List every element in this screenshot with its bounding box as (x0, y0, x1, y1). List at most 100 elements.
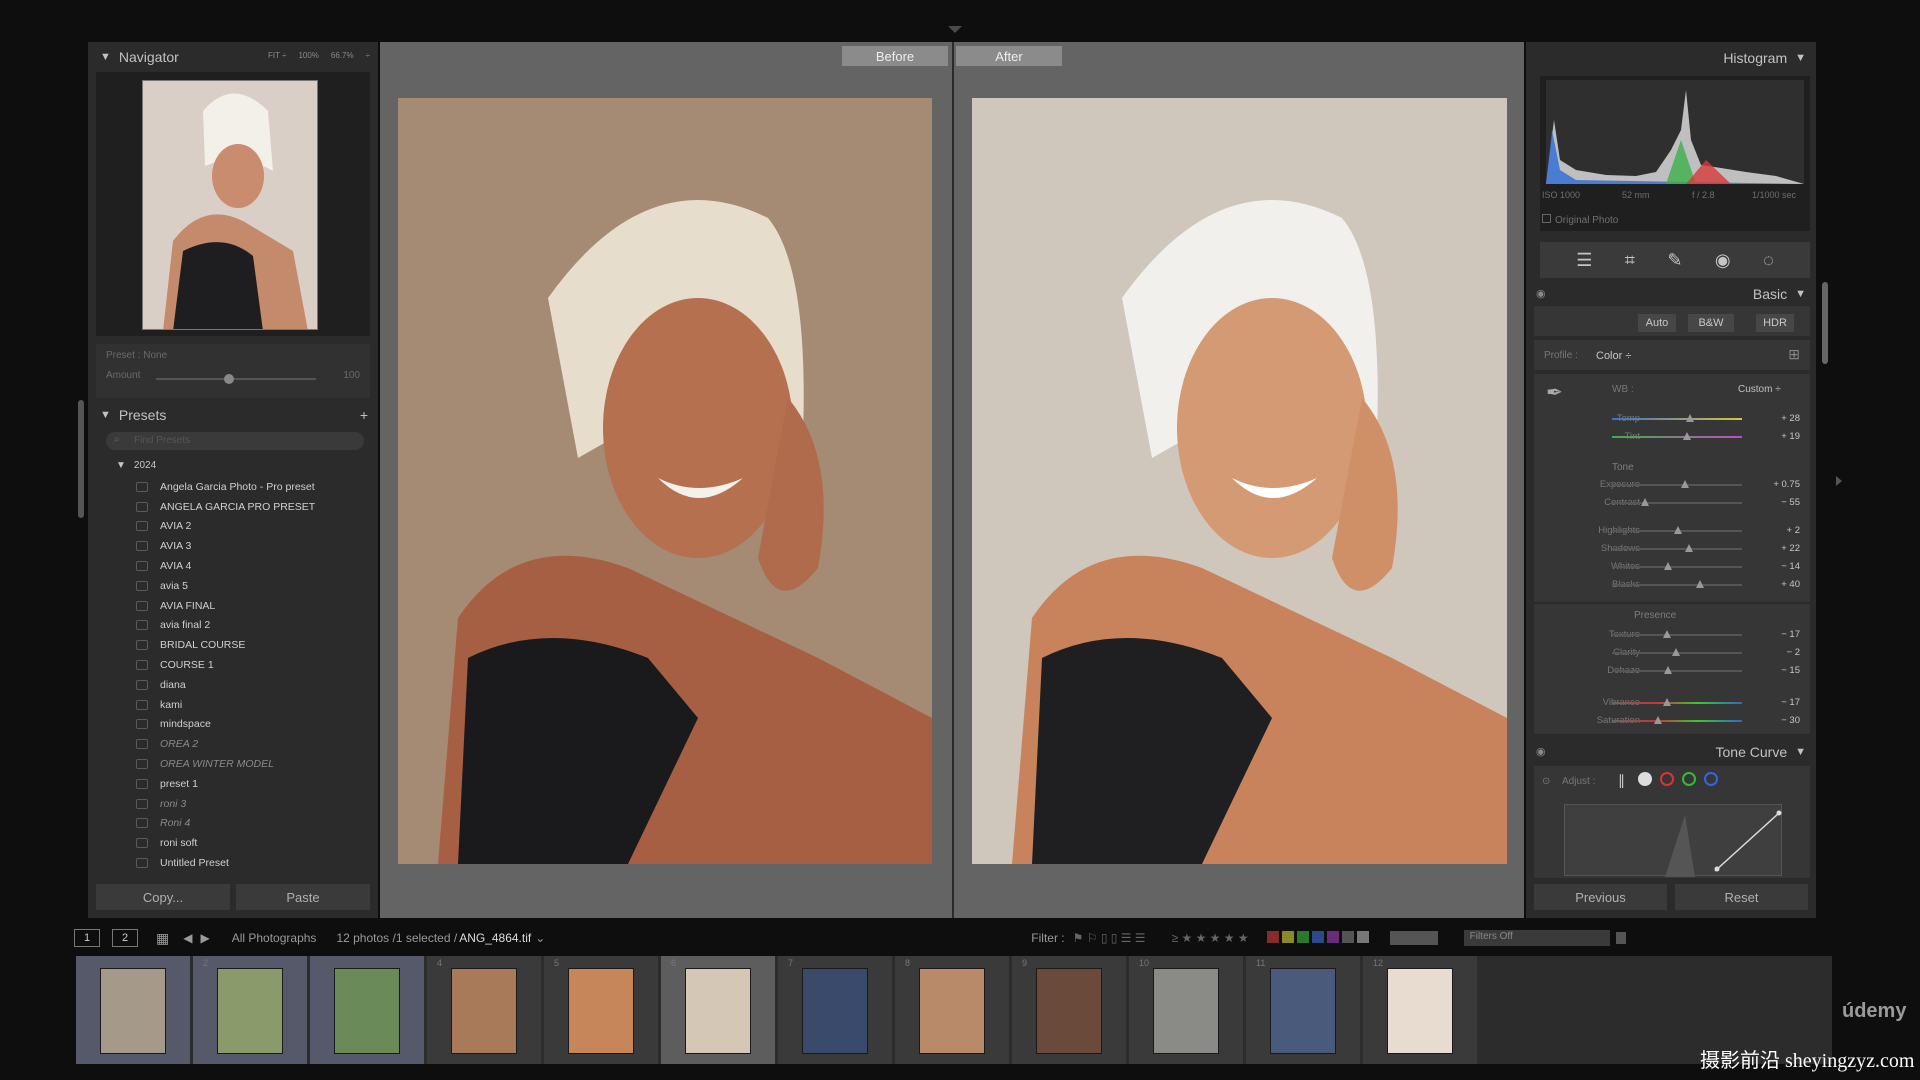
top-panel-toggle-icon[interactable] (948, 26, 962, 33)
slider-knob[interactable] (1653, 716, 1662, 724)
original-photo-checkbox[interactable]: Original Photo (1542, 214, 1618, 226)
filename-dropdown-icon[interactable]: ⌄ (535, 931, 545, 945)
filmstrip-cell[interactable]: 4 (427, 956, 541, 1064)
after-photo[interactable] (972, 98, 1507, 864)
compare-divider[interactable] (952, 42, 954, 918)
preset-item[interactable]: diana (136, 675, 376, 695)
slider-knob[interactable] (1662, 698, 1671, 706)
slider-value[interactable]: + 19 (1781, 431, 1800, 442)
slider-saturation[interactable]: Saturation− 30 (1540, 712, 1810, 730)
slider-track[interactable] (1612, 502, 1742, 504)
slider-value[interactable]: − 14 (1781, 561, 1800, 572)
before-photo[interactable] (398, 98, 932, 864)
filmstrip-cell[interactable]: 2 (193, 956, 307, 1064)
slider-track[interactable] (1612, 584, 1742, 586)
red-eye-icon[interactable]: ◉ (1715, 250, 1731, 271)
amount-slider-track[interactable] (156, 378, 316, 380)
slider-track[interactable] (1612, 670, 1742, 672)
forward-arrow-icon[interactable]: ▶ (200, 931, 209, 945)
zoom-fit[interactable]: FIT ÷ (268, 51, 286, 60)
color-label-filter[interactable] (1266, 930, 1372, 946)
add-preset-icon[interactable]: + (360, 407, 368, 423)
bw-button[interactable]: B&W (1688, 314, 1734, 332)
slider-value[interactable]: − 30 (1781, 715, 1800, 726)
slider-tint[interactable]: Tint+ 19 (1540, 428, 1810, 446)
filmstrip-cell[interactable]: 11 (1246, 956, 1360, 1064)
slider-knob[interactable] (1671, 648, 1680, 656)
slider-knob[interactable] (1674, 526, 1683, 534)
filters-off-select[interactable]: Filters Off (1463, 930, 1610, 946)
point-curve-white-icon[interactable] (1638, 772, 1652, 786)
slider-track[interactable] (1612, 418, 1742, 420)
histogram-header[interactable]: Histogram ▼ (1526, 46, 1816, 70)
copy-button[interactable]: Copy... (96, 884, 230, 910)
color-label-swatch[interactable] (1281, 930, 1294, 943)
color-label-swatch[interactable] (1341, 930, 1354, 943)
slider-dehaze[interactable]: Dehaze− 15 (1540, 662, 1810, 680)
filmstrip-thumbnail[interactable] (100, 968, 166, 1054)
paste-button[interactable]: Paste (236, 884, 370, 910)
preset-item[interactable]: BRIDAL COURSE (136, 635, 376, 655)
navigator-preview[interactable] (96, 72, 370, 336)
slider-knob[interactable] (1696, 580, 1705, 588)
crop-icon[interactable]: ⌗ (1625, 250, 1635, 271)
slider-texture[interactable]: Texture− 17 (1540, 626, 1810, 644)
wb-select[interactable]: Custom ÷ (1738, 384, 1781, 395)
filmstrip-thumbnail[interactable] (802, 968, 868, 1054)
filmstrip-cell[interactable]: 8 (895, 956, 1009, 1064)
slider-track[interactable] (1612, 566, 1742, 568)
eye-icon[interactable]: ◉ (1536, 745, 1546, 758)
slider-value[interactable]: − 15 (1781, 665, 1800, 676)
zoom-more[interactable]: ÷ (366, 51, 370, 60)
filmstrip-thumbnail[interactable] (1153, 968, 1219, 1054)
reset-button[interactable]: Reset (1675, 884, 1808, 910)
source-label[interactable]: All Photographs (232, 931, 317, 945)
basic-header[interactable]: ◉ Basic ▼ (1526, 282, 1816, 306)
healing-icon[interactable]: ✎ (1667, 250, 1682, 271)
preset-item[interactable]: preset 1 (136, 774, 376, 794)
flag-filter-icons[interactable]: ⚑ ⚐ ▯ ▯ ☰ ☰ (1073, 931, 1146, 945)
slider-knob[interactable] (1680, 480, 1689, 488)
navigator-thumbnail[interactable] (142, 80, 318, 330)
slider-highlights[interactable]: Highlights+ 2 (1540, 522, 1810, 540)
preset-item[interactable]: Roni 4 (136, 814, 376, 834)
slider-knob[interactable] (1683, 432, 1692, 440)
slider-value[interactable]: − 2 (1787, 647, 1800, 658)
auto-button[interactable]: Auto (1638, 314, 1676, 332)
slider-value[interactable]: + 40 (1781, 579, 1800, 590)
preset-item[interactable]: Untitled Preset (136, 853, 376, 873)
preset-item[interactable]: Angela Garcia Photo - Pro preset (136, 477, 376, 497)
filmstrip-thumbnail[interactable] (1036, 968, 1102, 1054)
slider-knob[interactable] (1663, 666, 1672, 674)
filmstrip-cell[interactable]: 5 (544, 956, 658, 1064)
profile-select[interactable]: Color ÷ (1596, 350, 1631, 362)
back-arrow-icon[interactable]: ◀ (183, 931, 192, 945)
slider-knob[interactable] (1662, 630, 1671, 638)
filmstrip-cell[interactable]: 12 (1363, 956, 1477, 1064)
preset-item[interactable]: avia 5 (136, 576, 376, 596)
preset-item[interactable]: AVIA 2 (136, 517, 376, 537)
preset-search-input[interactable]: ⌕ Find Presets (106, 432, 364, 450)
blue-channel-icon[interactable] (1704, 772, 1718, 786)
filmstrip-cell[interactable]: 10 (1129, 956, 1243, 1064)
slider-knob[interactable] (1640, 498, 1649, 506)
preset-item[interactable]: roni 3 (136, 794, 376, 814)
preset-item[interactable]: COURSE 1 (136, 655, 376, 675)
filmstrip-thumbnail[interactable] (685, 968, 751, 1054)
profile-browser-icon[interactable]: ⊞ (1788, 346, 1800, 363)
filmstrip-thumbnail[interactable] (1270, 968, 1336, 1054)
filmstrip-cell[interactable] (76, 956, 190, 1064)
color-label-swatch[interactable] (1266, 930, 1279, 943)
slider-clarity[interactable]: Clarity− 2 (1540, 644, 1810, 662)
slider-track[interactable] (1612, 548, 1742, 550)
preset-item[interactable]: kami (136, 695, 376, 715)
preset-item[interactable]: OREA 2 (136, 734, 376, 754)
preset-item[interactable]: ANGELA GARCIA PRO PRESET (136, 497, 376, 517)
filmstrip-thumbnail[interactable] (451, 968, 517, 1054)
preset-folder-2024[interactable]: ▼ 2024 (116, 460, 156, 471)
left-scrollbar[interactable] (78, 400, 84, 518)
preset-item[interactable]: AVIA FINAL (136, 596, 376, 616)
slider-blacks[interactable]: Blacks+ 40 (1540, 576, 1810, 594)
filmstrip-cell[interactable]: 6 (661, 956, 775, 1064)
slider-shadows[interactable]: Shadows+ 22 (1540, 540, 1810, 558)
